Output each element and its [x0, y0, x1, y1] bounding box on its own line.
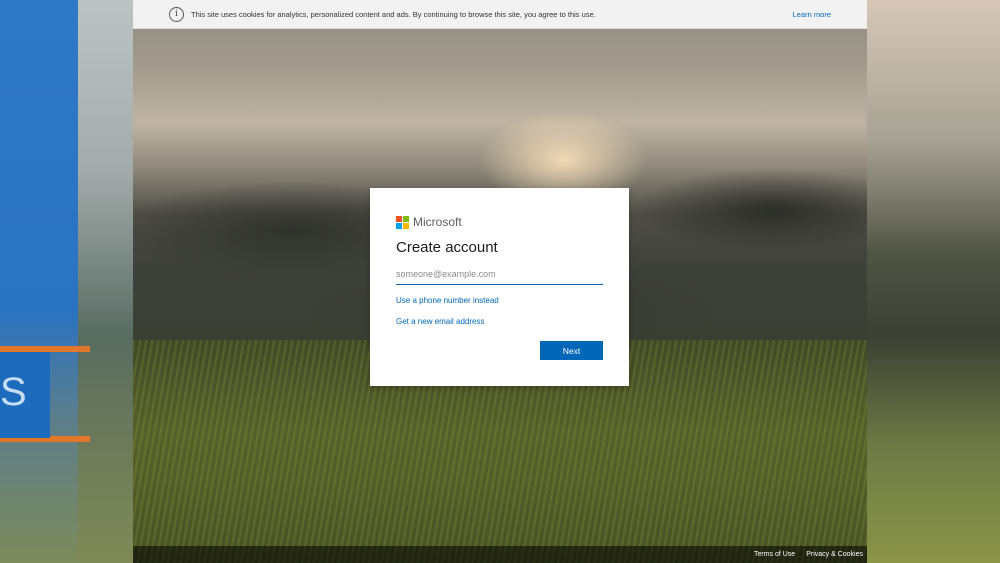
brand-name: Microsoft	[413, 215, 462, 229]
privacy-cookies-link[interactable]: Privacy & Cookies	[806, 551, 863, 558]
get-new-email-link[interactable]: Get a new email address	[396, 317, 603, 326]
learn-more-link[interactable]: Learn more	[793, 10, 831, 19]
page-title: Create account	[396, 239, 498, 256]
cookie-banner: i This site uses cookies for analytics, …	[133, 0, 867, 29]
create-account-card: Microsoft Create account Use a phone num…	[370, 188, 629, 386]
microsoft-logo-icon	[396, 215, 409, 229]
background-left-panel: S	[0, 0, 133, 563]
background-left-blur	[78, 0, 133, 563]
page-footer: Terms of Use Privacy & Cookies	[133, 546, 867, 563]
next-button[interactable]: Next	[540, 341, 603, 360]
microsoft-logo: Microsoft	[396, 214, 603, 230]
background-right-panel	[867, 0, 1000, 563]
terms-of-use-link[interactable]: Terms of Use	[754, 551, 795, 558]
info-icon: i	[169, 6, 184, 22]
email-input[interactable]	[396, 265, 603, 285]
background-blue-block: S	[0, 352, 50, 438]
use-phone-number-link[interactable]: Use a phone number instead	[396, 296, 603, 305]
cookie-banner-text: This site uses cookies for analytics, pe…	[191, 9, 596, 19]
